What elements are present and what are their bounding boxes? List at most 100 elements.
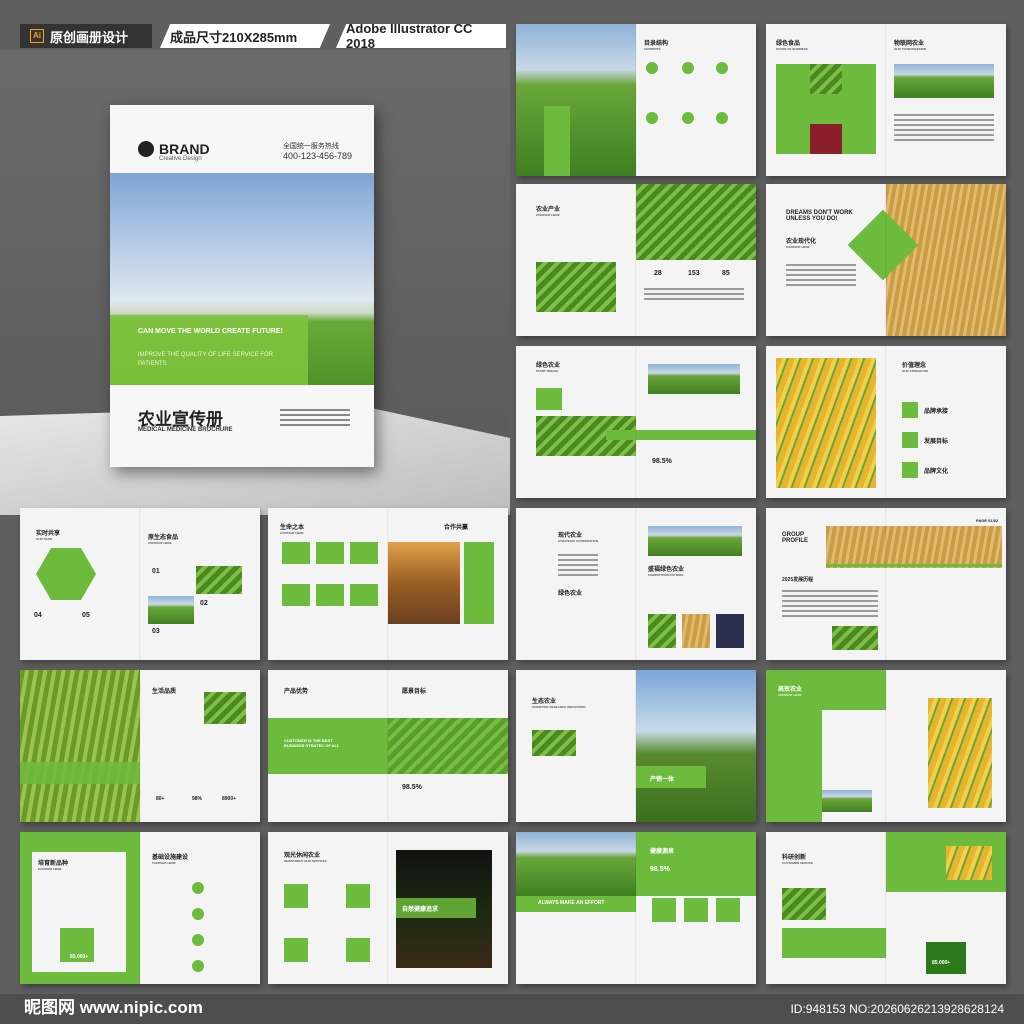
icon-box <box>716 898 740 922</box>
spread-health: ALWAYS MAKE AN EFFORT 健康源泉 98.5% <box>516 832 756 984</box>
hotline-number: 400-123-456-789 <box>282 151 352 161</box>
badge1-label: 原创画册设计 <box>50 29 129 45</box>
text-lines <box>786 264 856 289</box>
stat-2: 153 <box>688 270 700 277</box>
photo <box>204 692 246 724</box>
timeline <box>826 564 1002 567</box>
timeline-icon <box>192 882 204 894</box>
spread-values: 价值理念 OUR STRENGTHS 品牌承接 发展目标 品牌文化 <box>766 346 1006 498</box>
spread-title: 农业产业 CONTENT HERE <box>536 207 561 217</box>
label-text: 产销一体 <box>650 777 675 783</box>
brand-name: BRAND <box>159 141 210 157</box>
green-strip <box>20 762 140 784</box>
value-icon <box>902 432 918 448</box>
wheat-photo <box>20 670 140 822</box>
terrace-photo <box>636 184 756 260</box>
grid-photo-cherries <box>810 124 842 154</box>
hotline-label: 全国统一服务热线 <box>282 143 339 150</box>
strip-text: ALWAYS MAKE AN EFFORT <box>538 900 605 906</box>
spread-title-right: 健康源泉 <box>650 849 675 855</box>
cover-slogan-sub: IMPROVE THE QUALITY OF LIFE SERVICE FOR … <box>138 352 274 367</box>
text-lines <box>894 114 994 144</box>
cover-slogan: CAN MOVE THE WORLD CREATE FUTURE! <box>138 328 283 335</box>
spread-title: 目录结构 CONTENTS <box>644 41 669 51</box>
spread-photo <box>894 64 994 98</box>
green-box <box>282 584 310 606</box>
spread-life: 生命之本 CONTENT HERE 合作共赢 <box>268 508 508 660</box>
brochure-cover: BRAND Creative Design 全国统一服务热线 400-123-4… <box>110 105 374 467</box>
stat-1: 80+ <box>156 796 165 802</box>
badge-software: Adobe Illustrator CC 2018 <box>336 24 506 48</box>
harvest-photo <box>516 832 636 896</box>
illustrator-icon: Ai <box>30 29 44 43</box>
badge-size: 成品尺寸210X285mm <box>160 24 330 48</box>
circle-icon <box>682 62 694 74</box>
icon-box <box>284 884 308 908</box>
circle-icon <box>716 112 728 124</box>
field-photo <box>648 364 740 394</box>
brand-sub: Creative Design <box>159 156 202 162</box>
item-02: 02 <box>200 600 208 607</box>
brand-logo: BRAND <box>138 141 210 157</box>
thumb <box>648 614 676 648</box>
icon-box <box>284 938 308 962</box>
circle-icon <box>646 112 658 124</box>
spread-title: 绿色农业 START DREAM. <box>536 363 561 373</box>
spread-title: 现代农业 STRATEGIC COOPERATION <box>558 533 599 543</box>
label-text: 自然健康追求 <box>402 907 439 913</box>
spread-title-right: 基础设施建设 CONTENT HERE <box>152 855 189 865</box>
cover-green-band <box>110 315 308 385</box>
spread-research: 科研创新 CUSTOMER SERVICE 85.000+ <box>766 832 1006 984</box>
green-panel <box>464 542 494 624</box>
spread-title-right: 物联网农业 OUR YOUDANGESION <box>894 41 927 51</box>
spread-title: 培育新品种 CONTENT HERE <box>38 861 69 871</box>
spread-title: GROUP PROFILE <box>782 532 809 544</box>
stat-2: 98% <box>192 796 203 802</box>
spread-profile: GROUP PROFILE PAGE 01/02 2025发展历程 <box>766 508 1006 660</box>
spread-title: 价值理念 OUR STRENGTHS <box>902 363 929 373</box>
icon-box <box>346 938 370 962</box>
hay-photo <box>886 184 1006 336</box>
sunset-field-photo <box>388 542 460 624</box>
spread-title-right: 原生态食品 CONTENT HERE <box>148 535 179 545</box>
spread-title: 绿色食品 SCOPE OF BUSINESS <box>776 41 808 51</box>
cover-text-lines <box>280 409 350 429</box>
tree-photo <box>636 670 756 822</box>
grid-photo <box>810 64 842 94</box>
stat-box <box>926 942 966 974</box>
value-icon <box>902 402 918 418</box>
green-box <box>350 542 378 564</box>
history-label: 2025发展历程 <box>782 577 814 583</box>
spread-advantage: 产品优势 CUSTOMER IS THE BEST BUSINESS STRAT… <box>268 670 508 822</box>
spread-leisure: 观光休闲农业 INVESTMENT OUR SERVICES 自然健康追求 <box>268 832 508 984</box>
value-item: 品牌文化 <box>924 469 949 475</box>
spread-photo <box>516 24 636 176</box>
spread-green-agri: 绿色农业 START DREAM. 98.5% <box>516 346 756 498</box>
circle-icon <box>716 62 728 74</box>
spread-modern: DREAMS DON'T WORK UNLESS YOU DO! 农业现代化 CO… <box>766 184 1006 336</box>
spread-title-2: 农业现代化 CONTENT HERE <box>786 239 817 249</box>
brand-mark-icon <box>138 141 154 157</box>
spread-title: 生命之本 CONTENT HERE <box>280 525 305 535</box>
circle-icon <box>682 112 694 124</box>
field-photo <box>388 718 508 774</box>
spread-contents: 目录结构 CONTENTS <box>516 24 756 176</box>
spread-title: 高效农业 CONTENT HERE <box>778 687 803 697</box>
icon-box <box>684 898 708 922</box>
timeline-icon <box>192 934 204 946</box>
spread-title-right: 合作共赢 <box>444 525 469 531</box>
spread-efficient: 高效农业 CONTENT HERE <box>766 670 1006 822</box>
text-lines <box>558 554 598 579</box>
icon-box <box>652 898 676 922</box>
cover-title-en: MEDICAL MEDICINE BROCHURE <box>138 427 233 433</box>
corn-photo <box>946 846 992 880</box>
value-item: 品牌承接 <box>924 409 949 415</box>
green-panel <box>544 106 570 176</box>
greenhouse-photo <box>536 262 616 312</box>
stat-1: 28 <box>654 270 662 277</box>
circle-icon <box>646 62 658 74</box>
text-lines <box>644 288 744 303</box>
image-id: ID:948153 NO:20260626213928628124 <box>790 1002 1004 1016</box>
stat: 85.000+ <box>932 960 951 966</box>
watermark: 昵图网 www.nipic.com <box>24 998 203 1017</box>
